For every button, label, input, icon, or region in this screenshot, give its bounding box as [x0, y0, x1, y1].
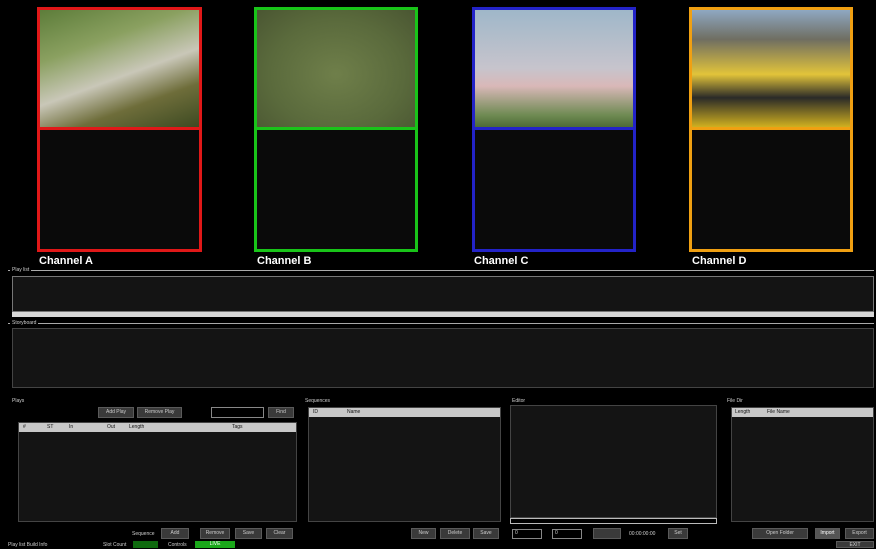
playlist-area[interactable]: [12, 276, 874, 312]
filedir-table[interactable]: Length File Name: [731, 407, 874, 522]
channel-a-preview: [40, 10, 199, 130]
col-length[interactable]: Length: [129, 423, 144, 431]
col-in[interactable]: In: [69, 423, 73, 431]
import-button[interactable]: Import: [815, 528, 840, 539]
editor-spin-out[interactable]: 0: [552, 529, 582, 539]
col-name[interactable]: Name: [347, 408, 360, 416]
channel-c-label: Channel C: [474, 255, 529, 267]
col-file-name[interactable]: File Name: [767, 408, 790, 416]
channel-b-preview: [257, 10, 415, 130]
channel-a-label: Channel A: [39, 255, 93, 267]
exit-button[interactable]: EXIT: [836, 541, 874, 548]
channel-c-card[interactable]: [472, 7, 636, 252]
editor-preview[interactable]: [510, 405, 717, 518]
editor-timeline[interactable]: [510, 518, 717, 524]
sequence-new-button[interactable]: New: [411, 528, 436, 539]
status-field-label: Slot Count: [103, 542, 127, 548]
channel-c-preview: [475, 10, 633, 130]
storyboard-section-label: Storyboard: [10, 320, 39, 326]
col-st[interactable]: ST: [47, 423, 53, 431]
playlist-divider: [8, 270, 874, 271]
sequences-table[interactable]: ID Name: [308, 407, 501, 522]
col-out[interactable]: Out: [107, 423, 115, 431]
status-live-label: Controls: [168, 542, 187, 548]
channel-d-label: Channel D: [692, 255, 747, 267]
filedir-table-header: Length File Name: [732, 408, 873, 417]
status-field[interactable]: [133, 541, 158, 548]
sequence-save-button[interactable]: Save: [473, 528, 499, 539]
channel-b-card[interactable]: [254, 7, 418, 252]
add-play-button[interactable]: Add Play: [98, 407, 134, 418]
seq-clear-button[interactable]: Clear: [266, 528, 293, 539]
channel-d-preview: [692, 10, 850, 130]
sequence-label: Sequence: [132, 531, 155, 537]
storyboard-divider: [8, 323, 874, 324]
col-file-length[interactable]: Length: [735, 408, 750, 416]
sequences-table-header: ID Name: [309, 408, 500, 417]
channel-d-card[interactable]: [689, 7, 853, 252]
editor-set-button[interactable]: Set: [668, 528, 688, 539]
editor-spin-in[interactable]: 0: [512, 529, 542, 539]
seq-remove-button[interactable]: Remove: [200, 528, 230, 539]
export-button[interactable]: Export: [845, 528, 874, 539]
open-folder-button[interactable]: Open Folder: [752, 528, 808, 539]
seq-save-button[interactable]: Save: [235, 528, 262, 539]
editor-section-label: Editor: [512, 398, 526, 404]
col-id[interactable]: ID: [313, 408, 318, 416]
storyboard-area[interactable]: [12, 328, 874, 388]
plays-table[interactable]: # ST In Out Length Tags: [18, 422, 297, 522]
col-number[interactable]: #: [23, 423, 26, 431]
sequences-section-label: Sequences: [305, 398, 331, 404]
remove-play-button[interactable]: Remove Play: [137, 407, 182, 418]
plays-table-header: # ST In Out Length Tags: [19, 423, 296, 432]
editor-timecode: 00:00:00:00: [629, 531, 656, 537]
filedir-section-label: File Dir: [727, 398, 743, 404]
status-left-text: Play list Build Info: [8, 542, 48, 548]
editor-mark-button[interactable]: [593, 528, 621, 539]
live-indicator: LIVE: [195, 541, 235, 548]
channel-b-label: Channel B: [257, 255, 312, 267]
channel-a-card[interactable]: [37, 7, 202, 252]
plays-section-label: Plays: [12, 398, 25, 404]
seq-add-button[interactable]: Add: [161, 528, 189, 539]
playlist-section-label: Play list: [10, 267, 32, 273]
sequence-delete-button[interactable]: Delete: [440, 528, 470, 539]
col-tags[interactable]: Tags: [232, 423, 243, 431]
plays-search-input[interactable]: [211, 407, 264, 418]
plays-find-button[interactable]: Find: [268, 407, 294, 418]
playlist-scrollbar[interactable]: [12, 312, 874, 317]
